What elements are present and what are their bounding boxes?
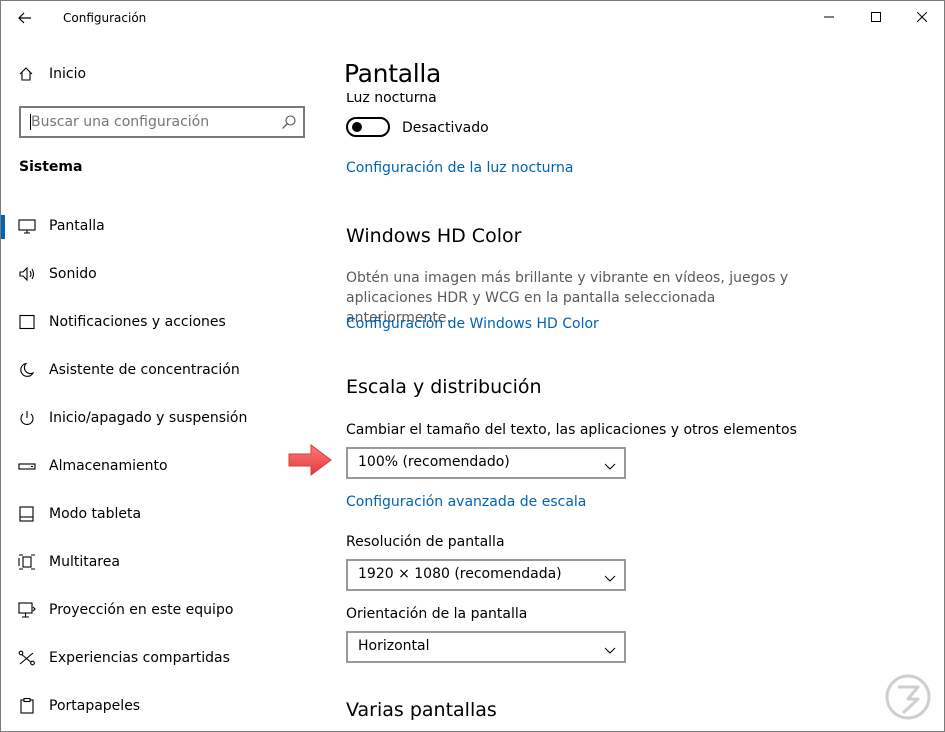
night-light-heading: Luz nocturna — [346, 93, 437, 105]
hd-color-settings-link[interactable]: Configuración de Windows HD Color — [346, 316, 599, 332]
settings-window: Configuración Inicio Buscar una configur… — [0, 0, 945, 732]
toggle-knob — [352, 122, 362, 132]
sidebar-item-inicio-apagado[interactable]: Inicio/apagado y suspensión — [1, 395, 321, 443]
maximize-icon — [871, 12, 881, 22]
section-title: Sistema — [19, 159, 83, 175]
selection-indicator — [1, 215, 5, 239]
main-content: Pantalla Luz nocturna Desactivado Config… — [321, 35, 944, 731]
night-light-settings-link[interactable]: Configuración de la luz nocturna — [346, 160, 574, 176]
minimize-icon — [824, 16, 834, 18]
resolution-dropdown[interactable]: 1920 × 1080 (recomendada) — [346, 559, 626, 591]
hd-color-heading: Windows HD Color — [346, 225, 522, 247]
speaker-icon — [18, 265, 36, 283]
title-bar: Configuración — [1, 1, 944, 35]
resolution-dropdown-value: 1920 × 1080 (recomendada) — [358, 566, 562, 582]
tablet-icon — [18, 505, 36, 523]
sidebar-item-label: Almacenamiento — [49, 458, 168, 474]
back-arrow-icon — [18, 12, 31, 24]
window-title: Configuración — [63, 11, 147, 25]
resolution-label: Resolución de pantalla — [346, 534, 505, 550]
back-button[interactable] — [9, 4, 41, 32]
notification-icon — [18, 313, 36, 331]
minimize-button[interactable] — [806, 1, 852, 33]
shared-icon — [18, 649, 36, 667]
moon-icon — [18, 361, 36, 379]
advanced-scaling-link[interactable]: Configuración avanzada de escala — [346, 494, 586, 510]
clipboard-icon — [18, 697, 36, 715]
sidebar-item-experiencias[interactable]: Experiencias compartidas — [1, 635, 321, 683]
close-button[interactable] — [899, 1, 944, 33]
sidebar-item-label: Portapapeles — [49, 698, 141, 714]
scale-layout-heading: Escala y distribución — [346, 376, 542, 398]
sidebar-item-label: Notificaciones y acciones — [49, 314, 226, 330]
sidebar-item-portapapeles[interactable]: Portapapeles — [1, 683, 321, 731]
orientation-dropdown[interactable]: Horizontal — [346, 631, 626, 663]
nav-home[interactable]: Inicio — [1, 63, 321, 87]
sidebar-item-notificaciones[interactable]: Notificaciones y acciones — [1, 299, 321, 347]
multitask-icon — [18, 553, 36, 571]
sidebar-item-label: Experiencias compartidas — [49, 650, 230, 666]
orientation-dropdown-value: Horizontal — [358, 638, 430, 654]
search-placeholder: Buscar una configuración — [31, 114, 210, 130]
sidebar-item-sonido[interactable]: Sonido — [1, 251, 321, 299]
sidebar-item-label: Pantalla — [49, 218, 105, 234]
scale-label: Cambiar el tamaño del texto, las aplicac… — [346, 422, 797, 438]
page-title: Pantalla — [344, 59, 442, 88]
maximize-button[interactable] — [853, 1, 899, 33]
sidebar-item-multitarea[interactable]: Multitarea — [1, 539, 321, 587]
projection-icon — [18, 601, 36, 619]
chevron-down-icon — [604, 640, 616, 659]
sidebar-item-label: Multitarea — [49, 554, 120, 570]
sidebar-item-label: Asistente de concentración — [49, 362, 240, 378]
watermark-logo — [885, 674, 931, 720]
search-icon[interactable] — [281, 114, 297, 134]
chevron-down-icon — [604, 568, 616, 587]
storage-icon — [18, 457, 36, 475]
sidebar-item-label: Modo tableta — [49, 506, 142, 522]
night-light-toggle[interactable] — [346, 117, 390, 137]
scale-dropdown[interactable]: 100% (recomendado) — [346, 447, 626, 479]
home-icon — [18, 66, 34, 86]
sidebar-item-label: Sonido — [49, 266, 97, 282]
scale-dropdown-value: 100% (recomendado) — [358, 454, 510, 470]
sidebar-item-almacenamiento[interactable]: Almacenamiento — [1, 443, 321, 491]
night-light-toggle-state: Desactivado — [402, 120, 489, 136]
chevron-down-icon — [604, 456, 616, 475]
orientation-label: Orientación de la pantalla — [346, 606, 528, 622]
annotation-arrow-icon — [288, 444, 332, 476]
multiple-displays-heading: Varias pantallas — [346, 699, 497, 721]
power-icon — [18, 409, 36, 427]
sidebar-item-label: Inicio/apagado y suspensión — [49, 410, 248, 426]
sidebar-item-modo-tableta[interactable]: Modo tableta — [1, 491, 321, 539]
text-caret — [30, 114, 31, 130]
sidebar-item-label: Proyección en este equipo — [49, 602, 234, 618]
nav-home-label: Inicio — [49, 66, 87, 82]
monitor-icon — [18, 217, 36, 235]
close-icon — [917, 12, 927, 22]
sidebar-item-pantalla[interactable]: Pantalla — [1, 203, 321, 251]
search-input[interactable]: Buscar una configuración — [19, 106, 305, 138]
sidebar-item-proyeccion[interactable]: Proyección en este equipo — [1, 587, 321, 635]
nav-list: Pantalla Sonido Notificaciones y accione… — [1, 203, 321, 731]
sidebar-item-concentracion[interactable]: Asistente de concentración — [1, 347, 321, 395]
sidebar: Inicio Buscar una configuración Sistema … — [1, 35, 321, 731]
